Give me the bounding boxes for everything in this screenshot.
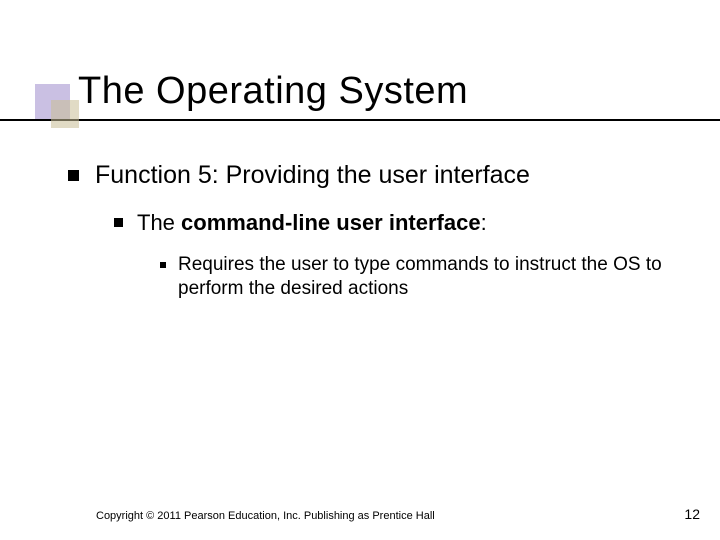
slide-title: The Operating System [0,70,720,113]
bullet-level-1: Function 5: Providing the user interface [68,160,690,191]
title-underline [0,119,720,121]
bullet-level-3-text: Requires the user to type commands to in… [178,253,690,302]
page-number: 12 [684,506,700,522]
lvl2-bold: command-line user interface [181,210,481,235]
lvl2-prefix: The [137,210,181,235]
square-bullet-icon [160,262,166,268]
title-area: The Operating System [0,70,720,113]
copyright-text: Copyright © 2011 Pearson Education, Inc.… [96,510,435,522]
bullet-level-3: Requires the user to type commands to in… [160,253,690,302]
square-bullet-icon [68,170,79,181]
lvl2-suffix: : [481,210,487,235]
bullet-level-2-text: The command-line user interface: [137,209,487,237]
bullet-level-2: The command-line user interface: [114,209,690,237]
content-body: Function 5: Providing the user interface… [68,160,690,314]
square-bullet-icon [114,218,123,227]
bullet-level-1-text: Function 5: Providing the user interface [95,160,530,191]
